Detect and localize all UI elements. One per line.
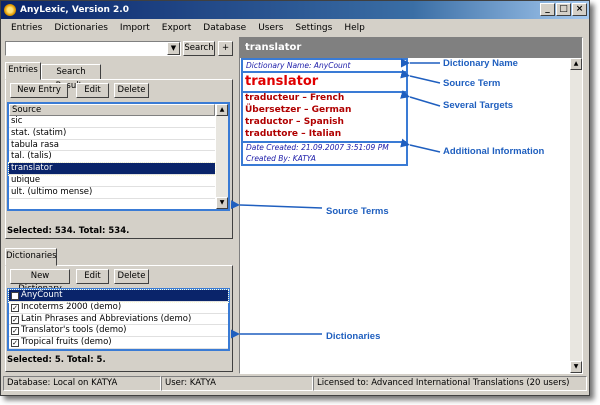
- checkbox-checked-icon[interactable]: ✓: [11, 315, 19, 324]
- search-combo[interactable]: ▼: [5, 41, 181, 56]
- source-scrollbar[interactable]: ▲ ▼: [216, 104, 228, 209]
- list-item[interactable]: stat. (statim): [9, 128, 215, 140]
- dictionary-label: AnyCount: [21, 290, 63, 300]
- entry-view-header: translator: [240, 38, 582, 58]
- target-term: traductor – Spanish: [245, 117, 344, 127]
- annotation-dictionaries: Dictionaries: [326, 331, 381, 342]
- delete-dictionary-button[interactable]: Delete: [114, 269, 149, 284]
- new-entry-button[interactable]: New Entry: [10, 83, 68, 98]
- add-search-button[interactable]: +: [218, 41, 233, 56]
- scroll-down-icon[interactable]: ▼: [216, 197, 228, 209]
- app-logo-icon: [4, 4, 16, 16]
- list-item[interactable]: ubique: [9, 175, 215, 187]
- menu-export[interactable]: Export: [156, 23, 197, 33]
- menu-help[interactable]: Help: [338, 23, 371, 33]
- window-title: AnyLexic, Version 2.0: [20, 5, 129, 15]
- list-item-selected[interactable]: translator: [8, 162, 216, 176]
- created-by-text: Created By: KATYA: [246, 154, 316, 163]
- maximize-button[interactable]: □: [556, 3, 571, 16]
- menu-import[interactable]: Import: [114, 23, 156, 33]
- checkbox-checked-icon[interactable]: ✓: [11, 327, 19, 336]
- entry-view-pane: translator Dictionary Name: AnyCount tra…: [239, 37, 583, 374]
- title-bar[interactable]: AnyLexic, Version 2.0 _ □ ×: [1, 1, 589, 19]
- list-item[interactable]: tal. (talis): [9, 151, 215, 164]
- dictionary-item-selected[interactable]: ✓ AnyCount: [8, 289, 229, 303]
- menu-database[interactable]: Database: [197, 23, 252, 33]
- tab-entries[interactable]: Entries: [5, 62, 41, 80]
- dictionaries-list: ✓ AnyCount ✓ Incoterms 2000 (demo) ✓ Latin …: [7, 288, 230, 351]
- dictionary-item[interactable]: ✓ Tropical fruits (demo): [9, 337, 228, 349]
- edit-entry-button[interactable]: Edit: [76, 83, 109, 98]
- dictionary-item[interactable]: ✓ Incoterms 2000 (demo): [9, 302, 228, 314]
- list-item[interactable]: tabula rasa: [9, 140, 215, 152]
- target-term: traducteur – French: [245, 93, 345, 103]
- list-item[interactable]: ult. (ultimo mense): [9, 187, 215, 199]
- menu-settings[interactable]: Settings: [289, 23, 338, 33]
- annotation-dictionary-name: Dictionary Name: [443, 58, 518, 69]
- annotation-additional-info: Additional Information: [443, 146, 545, 157]
- status-bar: Database: Local on KATYA User: KATYA Lic…: [3, 376, 587, 391]
- source-column-header[interactable]: Source: [9, 104, 215, 116]
- scroll-up-icon[interactable]: ▲: [216, 104, 228, 116]
- menu-entries[interactable]: Entries: [5, 23, 48, 33]
- tab-dictionaries[interactable]: Dictionaries: [5, 248, 57, 266]
- scroll-down-icon[interactable]: ▼: [570, 361, 582, 373]
- checkbox-checked-icon[interactable]: ✓: [11, 303, 19, 312]
- tab-search-results[interactable]: Search Results: [41, 64, 101, 91]
- menu-dictionaries[interactable]: Dictionaries: [48, 23, 114, 33]
- entries-status: Selected: 534. Total: 534.: [7, 226, 130, 236]
- status-database: Database: Local on KATYA: [3, 376, 161, 391]
- dictionary-item[interactable]: ✓ Translator's tools (demo): [9, 325, 228, 338]
- annotation-source-terms: Source Terms: [326, 206, 389, 217]
- list-item[interactable]: sic: [9, 116, 215, 128]
- annotation-source-term: Source Term: [443, 78, 501, 89]
- dictionary-item[interactable]: ✓ Latin Phrases and Abbreviations (demo): [9, 314, 228, 326]
- source-list: Source sic stat. (statim) tabula rasa ta…: [7, 102, 230, 211]
- dictionary-label: Incoterms 2000 (demo): [21, 301, 122, 312]
- minimize-button[interactable]: _: [540, 3, 555, 16]
- annotation-several-targets: Several Targets: [443, 100, 514, 111]
- dictionary-label: Translator's tools (demo): [21, 325, 127, 336]
- checkbox-checked-icon[interactable]: ✓: [11, 292, 19, 300]
- source-term: translator: [245, 74, 319, 89]
- delete-entry-button[interactable]: Delete: [114, 83, 149, 98]
- menu-bar: Entries Dictionaries Import Export Datab…: [1, 19, 589, 36]
- edit-dictionary-button[interactable]: Edit: [76, 269, 109, 284]
- target-term: Übersetzer – German: [245, 105, 352, 115]
- checkbox-checked-icon[interactable]: ✓: [11, 339, 19, 348]
- status-user: User: KATYA: [161, 376, 313, 391]
- status-license: Licensed to: Advanced International Tran…: [313, 376, 587, 391]
- dictionaries-status: Selected: 5. Total: 5.: [7, 355, 106, 365]
- close-button[interactable]: ×: [572, 3, 587, 16]
- dictionary-name-text: Dictionary Name: AnyCount: [246, 61, 351, 70]
- dictionary-label: Tropical fruits (demo): [21, 337, 112, 348]
- dropdown-arrow-icon[interactable]: ▼: [167, 42, 180, 55]
- scroll-up-icon[interactable]: ▲: [570, 58, 582, 70]
- menu-users[interactable]: Users: [252, 23, 289, 33]
- entry-card: Dictionary Name: AnyCount translator tra…: [241, 58, 408, 166]
- target-term: traduttore – Italian: [245, 129, 342, 139]
- entry-view-scrollbar[interactable]: ▲ ▼: [570, 58, 582, 373]
- search-button[interactable]: Search: [183, 41, 215, 56]
- dictionary-label: Latin Phrases and Abbreviations (demo): [21, 313, 192, 324]
- date-created-text: Date Created: 21.09.2007 3:51:09 PM: [246, 143, 389, 152]
- new-dictionary-button[interactable]: New Dictionary: [10, 269, 70, 294]
